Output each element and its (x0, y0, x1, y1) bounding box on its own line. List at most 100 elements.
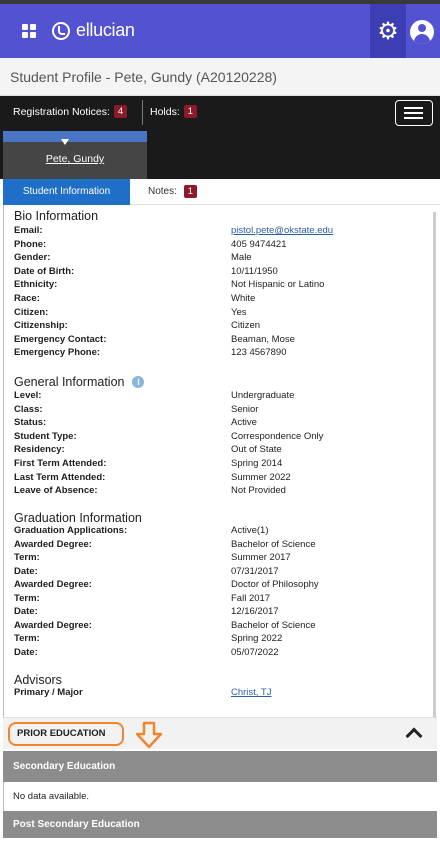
bio-row-label: Race: (14, 293, 40, 304)
graduation-row: Date: 07/31/2017 (14, 566, 434, 579)
no-data-message: No data available. (13, 791, 90, 802)
general-row-label: Status: (14, 417, 47, 429)
general-row-value: Out of State (231, 444, 282, 456)
graduation-row-label: Graduation Applications: (14, 525, 128, 536)
user-avatar-icon[interactable] (410, 20, 434, 44)
bio-row-value: Not Hispanic or Latino (231, 279, 325, 291)
prior-education-header[interactable]: PRIOR EDUCATION (3, 717, 437, 749)
apps-grid-icon[interactable] (22, 24, 36, 38)
general-row-value: Undergraduate (231, 390, 295, 401)
graduation-row-label: Awarded Degree: (14, 579, 92, 590)
graduation-row-label: Date: (14, 646, 38, 658)
card-pointer-icon (61, 139, 69, 145)
bio-row-value: Citizen (231, 320, 261, 332)
chevron-up-icon[interactable] (405, 727, 423, 745)
registration-notices-label: Registration Notices: (13, 105, 110, 118)
graduation-row-value: Summer 2017 (231, 552, 291, 563)
bio-row-value: White (231, 293, 256, 304)
bio-row: Race: White (14, 293, 434, 306)
general-row: Student Type: Correspondence Only (14, 431, 434, 444)
graduation-row-label: Date: (14, 565, 38, 577)
graduation-row: Term: Summer 2017 (14, 552, 434, 565)
bio-row-value: Male (231, 252, 252, 264)
bio-row-value[interactable]: pistol.pete@okstate.edu (231, 225, 333, 236)
registration-notices[interactable]: Registration Notices: 4 (13, 105, 128, 118)
notes-label: Notes: (148, 186, 177, 197)
bio-row: Citizenship: Citizen (14, 320, 434, 333)
bio-row: Date of Birth: 10/11/1950 (14, 266, 434, 279)
bio-row-label: Emergency Contact: (14, 333, 107, 345)
holds[interactable]: Holds: 1 (150, 105, 198, 118)
ellucian-logo[interactable]: ellucian (52, 20, 135, 41)
secondary-education-header[interactable]: Secondary Education (3, 751, 437, 782)
general-row-value: Active (231, 417, 257, 429)
graduation-row-label: Date: (14, 606, 38, 617)
notes-badge: 1 (183, 185, 197, 198)
bio-information-title: Bio Information (14, 209, 99, 223)
graduation-row-label: Term: (14, 592, 40, 604)
advisors-title: Advisors (14, 673, 62, 687)
bio-row-value: 10/11/1950 (231, 265, 278, 277)
profile-name-link[interactable]: Pete, Gundy (3, 153, 147, 165)
advisors-row-label: Primary / Major (14, 687, 83, 698)
general-information-title-text: General Information (14, 375, 125, 389)
notices-divider (142, 100, 143, 125)
general-row-label: Level: (14, 390, 42, 401)
graduation-row-label: Awarded Degree: (14, 538, 92, 550)
bio-row-value: 405 9474421 (231, 238, 287, 250)
settings-gear-icon[interactable]: ⚙ (370, 4, 406, 58)
general-row-label: First Term Attended: (14, 458, 107, 469)
advisors-row-value[interactable]: Christ, TJ (231, 687, 271, 698)
bio-row-label: Ethnicity: (14, 279, 58, 291)
graduation-row-value: Bachelor of Science (231, 619, 316, 631)
tab-student-information[interactable]: Student Information (3, 179, 130, 205)
tab-notes[interactable]: Notes: 1 (148, 185, 197, 198)
general-row: Residency: Out of State (14, 444, 434, 457)
general-row: Last Term Attended: Summer 2022 (14, 472, 434, 485)
tab-bar: Student Information Notes: 1 (3, 179, 440, 205)
ellucian-logo-icon (52, 21, 70, 40)
hamburger-menu-icon[interactable] (395, 100, 433, 126)
general-row: Class: Senior (14, 404, 434, 417)
general-row: Level: Undergraduate (14, 390, 434, 403)
graduation-row: Awarded Degree: Doctor of Philosophy (14, 579, 434, 592)
graduation-information-title: Graduation Information (14, 511, 142, 525)
bio-row: Phone: 405 9474421 (14, 239, 434, 252)
graduation-row: Date: 05/07/2022 (14, 647, 434, 660)
general-row-label: Student Type: (14, 430, 77, 442)
general-row: Leave of Absence: Not Provided (14, 485, 434, 498)
bio-row-value: Beaman, Mose (231, 333, 295, 345)
graduation-row: Awarded Degree: Bachelor of Science (14, 620, 434, 633)
graduation-row: Term: Spring 2022 (14, 633, 434, 646)
graduation-row: Graduation Applications: Active(1) (14, 525, 434, 538)
graduation-row-label: Term: (14, 552, 40, 563)
graduation-row: Term: Fall 2017 (14, 593, 434, 606)
holds-badge: 1 (183, 105, 198, 118)
bio-row: Emergency Contact: Beaman, Mose (14, 334, 434, 347)
general-row-value: Not Provided (231, 485, 286, 497)
post-secondary-education-header[interactable]: Post Secondary Education (3, 811, 437, 839)
bio-row-label: Emergency Phone: (14, 347, 101, 359)
bio-row-value: 123 4567890 (231, 347, 287, 359)
bio-row: Citizen: Yes (14, 307, 434, 320)
bio-row: Ethnicity: Not Hispanic or Latino (14, 279, 434, 292)
general-row-value: Senior (231, 403, 259, 415)
bio-row-label: Email: (14, 225, 43, 236)
graduation-row-label: Awarded Degree: (14, 619, 92, 631)
bio-row: Emergency Phone: 123 4567890 (14, 347, 434, 360)
page-title: Student Profile - Pete, Gundy (A20120228… (10, 69, 277, 85)
brand-name: ellucian (76, 20, 135, 40)
info-icon[interactable]: i (132, 376, 145, 388)
graduation-row: Awarded Degree: Bachelor of Science (14, 539, 434, 552)
holds-label: Holds: (150, 105, 180, 118)
top-bar: ellucian ⚙ (0, 0, 440, 58)
prior-education-title: PRIOR EDUCATION (17, 728, 106, 739)
graduation-row-value: Spring 2022 (231, 633, 283, 644)
bio-row: Gender: Male (14, 252, 434, 265)
general-row: Status: Active (14, 417, 434, 430)
general-row-value: Spring 2014 (231, 458, 283, 469)
graduation-row: Date: 12/16/2017 (14, 606, 434, 619)
graduation-row-label: Term: (14, 633, 40, 644)
bio-row-value: Yes (231, 306, 247, 318)
general-row-label: Class: (14, 403, 43, 415)
